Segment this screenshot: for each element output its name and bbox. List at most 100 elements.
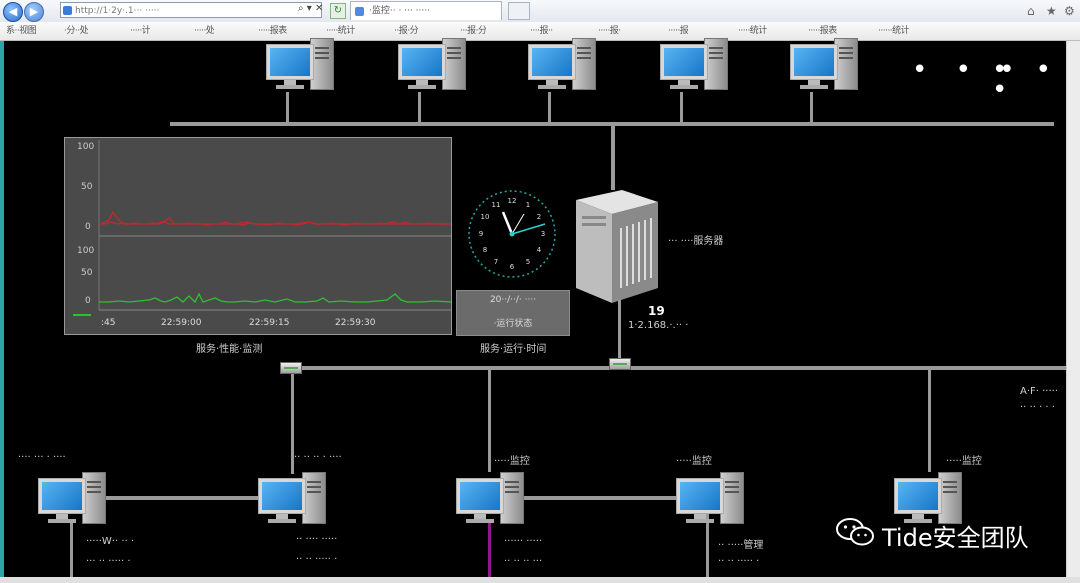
- home-icon[interactable]: ⌂: [1027, 4, 1035, 18]
- page-icon: [63, 6, 72, 15]
- menu-item[interactable]: ····报··: [530, 24, 553, 38]
- menu-item[interactable]: ·····报表: [808, 24, 837, 38]
- new-tab-button[interactable]: [508, 2, 530, 20]
- datetime-panel: 20··/··/· ···· ·运行状态: [456, 290, 570, 336]
- menu-item[interactable]: ·····报: [668, 24, 688, 38]
- axis-tick-label: 0: [85, 222, 91, 232]
- time-tick-label: 22:59:15: [249, 318, 290, 328]
- drop-line: [680, 92, 683, 124]
- axis-tick-label: 50: [81, 268, 93, 278]
- node-label: ······ ·····: [504, 536, 543, 547]
- clock-number: 2: [537, 213, 541, 221]
- alert-link-line: [488, 522, 491, 577]
- time-tick-label: :45: [101, 318, 116, 328]
- settings-icon[interactable]: ⚙: [1064, 4, 1075, 18]
- window-border: [0, 41, 4, 583]
- node-label: ·· ···· ·····: [296, 534, 338, 545]
- drop-line: [70, 522, 73, 577]
- clock-number: 12: [508, 197, 517, 205]
- forward-icon[interactable]: ▶: [24, 2, 44, 22]
- node-label: ·· ·· · · ·: [1020, 402, 1055, 413]
- menu-item[interactable]: ·····统计: [326, 24, 355, 38]
- watermark-text: Tide安全团队: [882, 524, 1029, 552]
- workstation-icon[interactable]: [676, 472, 748, 528]
- workstation-icon[interactable]: [38, 472, 110, 528]
- menu-item[interactable]: ···报·分: [460, 24, 486, 38]
- axis-tick-label: 50: [81, 182, 93, 192]
- workstation-icon[interactable]: [398, 38, 470, 94]
- clock-number: 10: [481, 213, 490, 221]
- menu-item[interactable]: ·····处: [194, 24, 214, 38]
- node-label: A·F· ·····: [1020, 386, 1059, 397]
- clock-number: 9: [479, 230, 483, 238]
- address-text: http://1·2y·.1··· ·····: [75, 6, 160, 16]
- tab-title: ·监控·· · ··· ·····: [369, 6, 430, 16]
- clock-number: 6: [510, 263, 515, 271]
- node-label: ·····监控: [946, 456, 982, 467]
- clock-caption: 服务·运行·时间: [480, 344, 547, 355]
- clock-number: 4: [537, 246, 542, 254]
- browser-toolbar: ◀ ▶ http://1·2y·.1··· ····· ⌕ ▾ ✕ ↻ ·监控·…: [0, 0, 1080, 23]
- drop-line: [286, 92, 289, 124]
- server-ip: 1·2.168.·.·· ·: [628, 320, 689, 331]
- node-label: ·····监控: [494, 456, 530, 467]
- trend-svg: [98, 140, 452, 311]
- clock-number: 3: [541, 230, 545, 238]
- node-label: ·· ·· ·· ···: [504, 556, 543, 567]
- workstation-icon[interactable]: [258, 472, 330, 528]
- server-uplink-line: [611, 124, 615, 190]
- tab-favicon-icon: [355, 7, 364, 16]
- horizontal-scrollbar[interactable]: [0, 577, 1080, 583]
- refresh-icon[interactable]: ↻: [330, 3, 346, 19]
- favorites-icon[interactable]: ★: [1046, 4, 1057, 18]
- search-icon[interactable]: ⌕ ▾ ✕: [298, 3, 323, 14]
- workstation-icon[interactable]: [456, 472, 528, 528]
- server-icon[interactable]: [572, 188, 662, 303]
- link-line: [520, 496, 680, 500]
- workstation-icon[interactable]: [790, 38, 862, 94]
- menu-item[interactable]: ·····报·: [598, 24, 621, 38]
- wechat-icon: [836, 518, 874, 546]
- date-text: 20··/··/· ····: [489, 295, 537, 305]
- drop-line: [548, 92, 551, 124]
- address-bar[interactable]: http://1·2y·.1··· ·····: [60, 2, 322, 18]
- drop-line: [488, 370, 491, 472]
- clock-icon: 12 1 2 3 4 5 6 7 8 9 10 11: [468, 190, 556, 278]
- node-label: ·····监控: [676, 456, 712, 467]
- node-label: ···· ··· · ····: [18, 452, 66, 463]
- menu-item[interactable]: 系··视图: [6, 24, 36, 38]
- node-label: ·· ·· ·· · ····: [294, 452, 342, 463]
- menu-item[interactable]: ·分··处: [64, 24, 88, 38]
- drop-line: [928, 370, 931, 472]
- trend-chart: 100 50 0 100 50 0 :45 22:59:00 22:59:15 …: [64, 137, 452, 335]
- legend-swatch: [73, 314, 91, 316]
- network-switch-icon[interactable]: [280, 362, 302, 374]
- workstation-icon[interactable]: [660, 38, 732, 94]
- drop-line: [418, 92, 421, 124]
- clock-number: 1: [526, 201, 530, 209]
- menu-item[interactable]: ······统计: [878, 24, 909, 38]
- menu-item[interactable]: ·····计: [130, 24, 150, 38]
- browser-tab[interactable]: ·监控·· · ··· ·····: [350, 1, 502, 20]
- clock-number: 11: [492, 201, 501, 209]
- axis-tick-label: 0: [85, 296, 91, 306]
- node-label: ··· ·· ····· ·: [86, 556, 131, 567]
- drop-line: [810, 92, 813, 124]
- trend-caption: 服务·性能·监测: [196, 344, 263, 355]
- time-tick-label: 22:59:30: [335, 318, 376, 328]
- server-number: 19: [648, 304, 665, 318]
- node-label: ·····W·· ·· ·: [86, 536, 135, 547]
- workstation-icon[interactable]: [266, 38, 338, 94]
- back-icon[interactable]: ◀: [3, 2, 23, 22]
- lower-bus-line: [292, 366, 1066, 370]
- workstation-icon[interactable]: [528, 38, 600, 94]
- network-switch-icon[interactable]: [609, 358, 631, 370]
- vertical-scrollbar[interactable]: [1066, 41, 1080, 577]
- menu-item[interactable]: ·····报表: [258, 24, 287, 38]
- menu-item[interactable]: ·····统计: [738, 24, 767, 38]
- node-label: ·· ·· ····· ·: [296, 554, 338, 565]
- menu-item[interactable]: ··报·分: [394, 24, 418, 38]
- link-line: [106, 496, 262, 500]
- more-indicator: • • •: [992, 55, 1061, 105]
- status-text: ·运行状态: [493, 319, 533, 329]
